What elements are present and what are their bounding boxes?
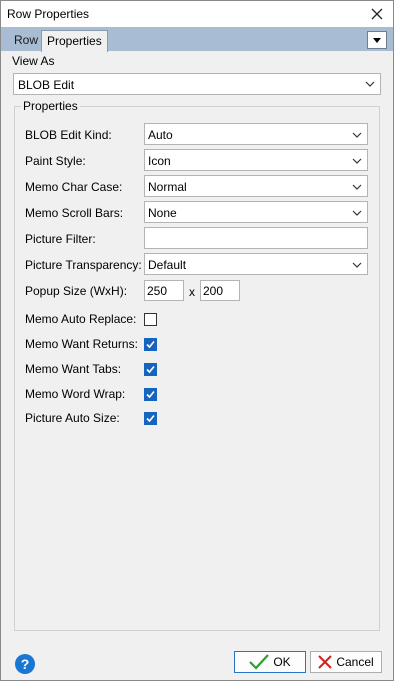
paint-style-combo[interactable]: Icon [144,149,368,171]
checkmark-icon [146,365,155,374]
memo-auto-replace-checkbox[interactable] [144,313,157,326]
memo-scroll-bars-combo[interactable]: None [144,201,368,223]
chevron-down-icon [365,81,375,87]
popup-width-input[interactable]: 250 [144,280,184,301]
memo-want-tabs-label: Memo Want Tabs: [25,362,122,376]
checkmark-icon [146,414,155,423]
picture-transparency-label: Picture Transparency: [25,258,142,272]
blob-edit-kind-label: BLOB Edit Kind: [25,128,112,142]
window-title: Row Properties [7,7,90,21]
dialog-footer: ? OK Cancel [1,646,393,680]
tab-properties[interactable]: Properties [41,30,108,52]
memo-scroll-bars-value: None [148,206,177,220]
memo-want-tabs-checkbox[interactable] [144,363,157,376]
ok-button[interactable]: OK [234,651,306,673]
popup-height-input[interactable]: 200 [200,280,240,301]
close-icon [371,8,383,20]
chevron-down-icon [352,132,362,138]
popup-size-label: Popup Size (WxH): [25,284,128,298]
cancel-label: Cancel [336,655,374,669]
help-icon: ? [20,656,30,672]
chevron-down-icon [352,262,362,268]
picture-filter-label: Picture Filter: [25,232,96,246]
memo-want-returns-label: Memo Want Returns: [25,337,138,351]
picture-transparency-value: Default [148,258,187,272]
close-button[interactable] [365,3,389,25]
memo-char-case-value: Normal [148,180,187,194]
chevron-down-icon [352,158,362,164]
memo-word-wrap-checkbox[interactable] [144,388,157,401]
blob-edit-kind-combo[interactable]: Auto [144,123,368,145]
popup-size-separator: x [189,285,195,299]
blob-edit-kind-value: Auto [148,128,173,142]
picture-filter-input[interactable] [144,227,368,249]
caret-down-icon [373,37,381,43]
memo-auto-replace-label: Memo Auto Replace: [25,312,137,326]
checkmark-icon [146,390,155,399]
chevron-down-icon [352,210,362,216]
properties-group-title: Properties [21,99,80,113]
picture-transparency-combo[interactable]: Default [144,253,368,275]
ok-label: OK [273,655,291,669]
tab-strip: Row Properties [1,27,393,52]
tab-row[interactable]: Row [9,30,43,50]
memo-scroll-bars-label: Memo Scroll Bars: [25,206,124,220]
paint-style-value: Icon [148,154,171,168]
memo-word-wrap-label: Memo Word Wrap: [25,387,126,401]
picture-auto-size-checkbox[interactable] [144,412,157,425]
view-as-value: BLOB Edit [18,78,75,92]
help-button[interactable]: ? [15,654,35,674]
memo-char-case-combo[interactable]: Normal [144,175,368,197]
memo-char-case-label: Memo Char Case: [25,180,123,194]
view-as-combo[interactable]: BLOB Edit [13,73,381,95]
view-as-label: View As [12,54,55,68]
tab-menu-button[interactable] [367,31,387,49]
memo-want-returns-checkbox[interactable] [144,338,157,351]
cancel-x-icon [318,655,333,669]
paint-style-label: Paint Style: [25,154,86,168]
chevron-down-icon [352,184,362,190]
cancel-button[interactable]: Cancel [310,651,382,673]
checkmark-icon [146,340,155,349]
picture-auto-size-label: Picture Auto Size: [25,411,120,425]
row-properties-dialog: Row Properties Row Properties View As BL… [0,0,394,681]
title-bar: Row Properties [1,1,393,27]
checkmark-icon [249,654,270,670]
